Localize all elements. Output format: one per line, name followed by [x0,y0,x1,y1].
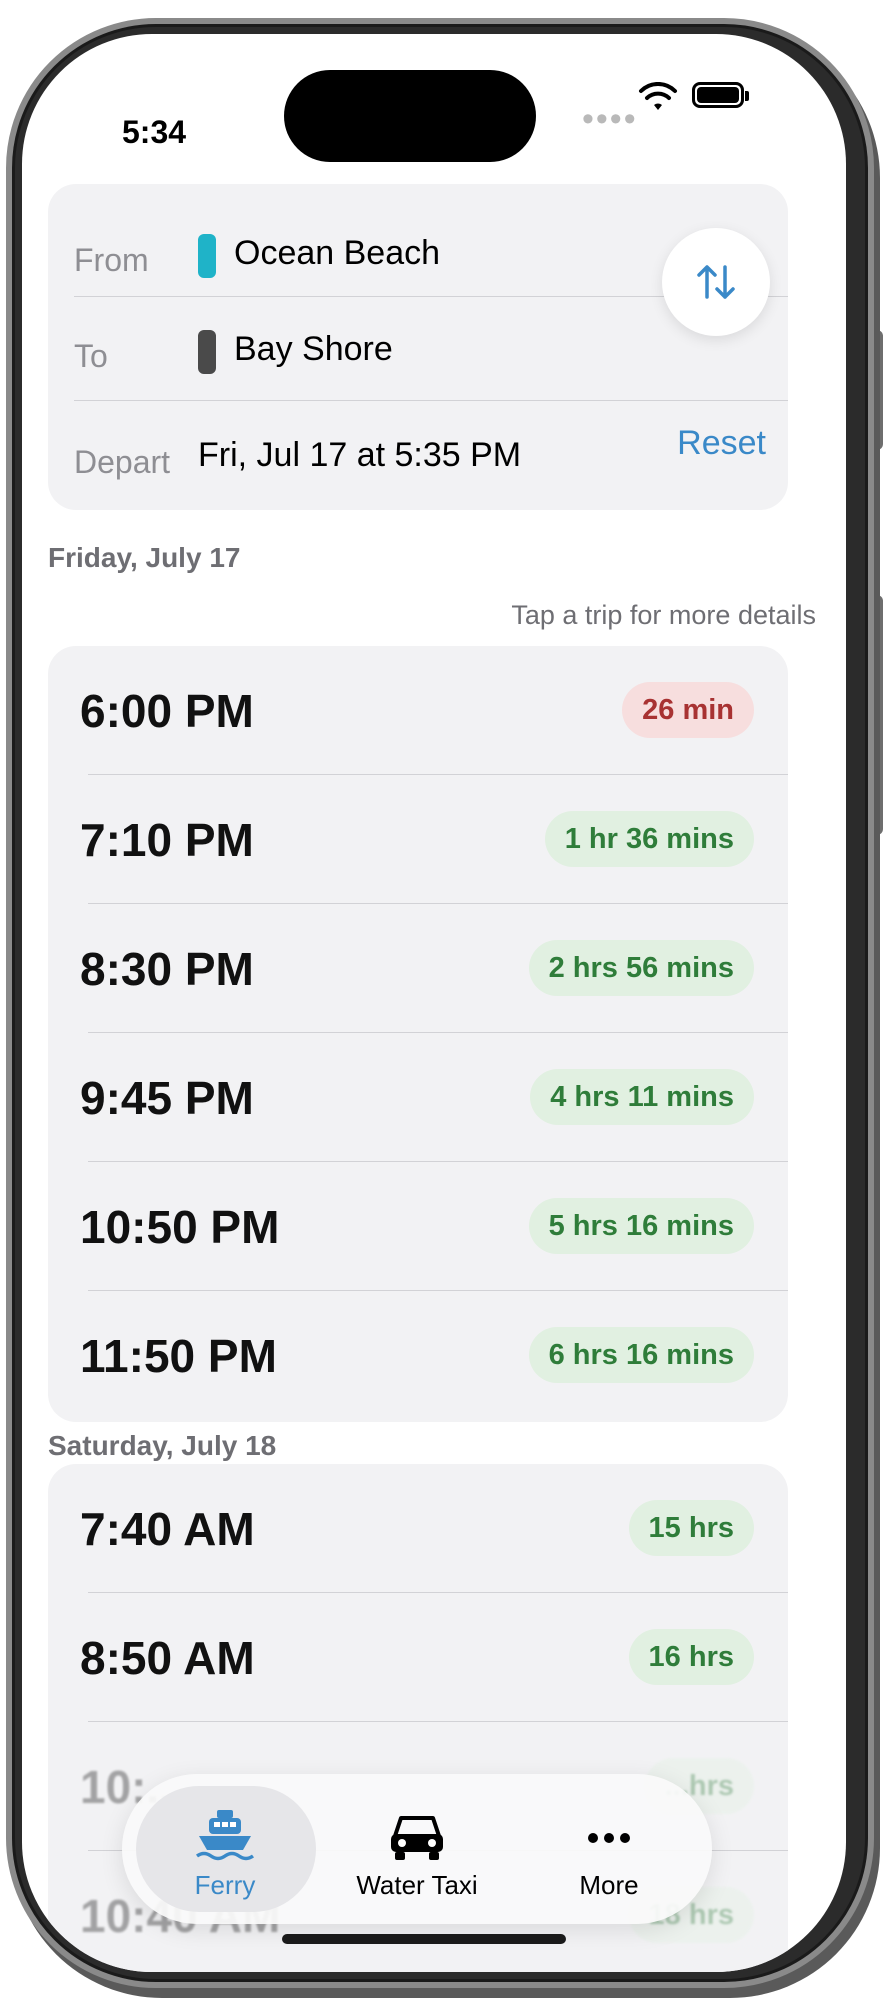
to-color-chip [198,330,216,374]
to-label: To [74,338,108,374]
trip-time: 9:45 PM [80,1072,254,1124]
reset-button[interactable]: Reset [677,424,766,463]
route-card: From Ocean Beach To Bay Shore Depart Fri… [48,184,788,510]
swap-direction-button[interactable] [662,228,770,336]
swap-arrows-icon [697,265,735,299]
tab-ferry[interactable]: Ferry [130,1774,320,1924]
tab-bar: Ferry Water Taxi More [122,1774,712,1924]
wifi-icon [639,82,677,110]
trip-row[interactable]: 10:50 PM 5 hrs 16 mins [48,1162,788,1291]
cellular-signal-icon: •••• [582,100,638,138]
section-header-friday: Friday, July 17 [48,542,241,573]
trip-time: 8:50 AM [80,1632,255,1684]
duration-badge: 26 min [622,682,754,738]
to-value: Bay Shore [234,330,393,368]
status-time: 5:34 [122,114,187,150]
trip-row[interactable]: 8:30 PM 2 hrs 56 mins [48,904,788,1033]
trip-time: 6:00 PM [80,685,254,737]
section-header-saturday: Saturday, July 18 [48,1430,277,1461]
ferry-icon [195,1810,255,1861]
tab-water-taxi[interactable]: Water Taxi [322,1774,512,1924]
home-indicator [282,1934,566,1944]
duration-badge: 6 hrs 16 mins [528,1327,754,1383]
dynamic-island [284,70,536,162]
screen: 5:34 •••• From Ocean Beach To Bay Shore [22,34,846,1972]
trip-row[interactable]: 9:45 PM 4 hrs 11 mins [48,1033,788,1162]
stage: 5:34 •••• From Ocean Beach To Bay Shore [0,0,885,2005]
duration-badge: 2 hrs 56 mins [528,940,754,996]
tab-label: Water Taxi [356,1870,478,1900]
battery-icon [692,82,749,108]
depart-value: Fri, Jul 17 at 5:35 PM [198,436,522,474]
trip-row[interactable]: 11:50 PM 6 hrs 16 mins [48,1291,788,1420]
trip-time: 10:50 PM [80,1201,280,1253]
depart-label: Depart [74,444,171,480]
from-label: From [74,242,149,278]
duration-badge: 5 hrs 16 mins [528,1198,754,1254]
trip-row[interactable]: 6:00 PM 26 min [48,646,788,775]
from-color-chip [198,234,216,278]
trip-time: 8:30 PM [80,943,254,995]
more-ellipsis-icon [588,1833,630,1843]
trip-list-friday: 6:00 PM 26 min 7:10 PM 1 hr 36 mins 8:30… [48,646,788,1422]
trip-row[interactable]: 7:40 AM 15 hrs [48,1464,788,1593]
duration-badge: 15 hrs [628,1500,754,1556]
tab-label: Ferry [194,1870,256,1900]
trip-row[interactable]: 8:50 AM 16 hrs [48,1593,788,1722]
duration-badge: 16 hrs [628,1629,754,1685]
tab-label: More [579,1870,639,1900]
hint-text: Tap a trip for more details [511,600,816,630]
trip-row[interactable]: 7:10 PM 1 hr 36 mins [48,775,788,904]
trip-time: 11:50 PM [80,1330,277,1382]
from-value: Ocean Beach [234,234,441,272]
tab-more[interactable]: More [514,1774,704,1924]
trip-time: 7:10 PM [80,814,254,866]
trip-time: 7:40 AM [80,1503,255,1555]
car-icon [391,1816,443,1860]
duration-badge: 4 hrs 11 mins [530,1069,754,1125]
duration-badge: 1 hr 36 mins [544,811,754,867]
